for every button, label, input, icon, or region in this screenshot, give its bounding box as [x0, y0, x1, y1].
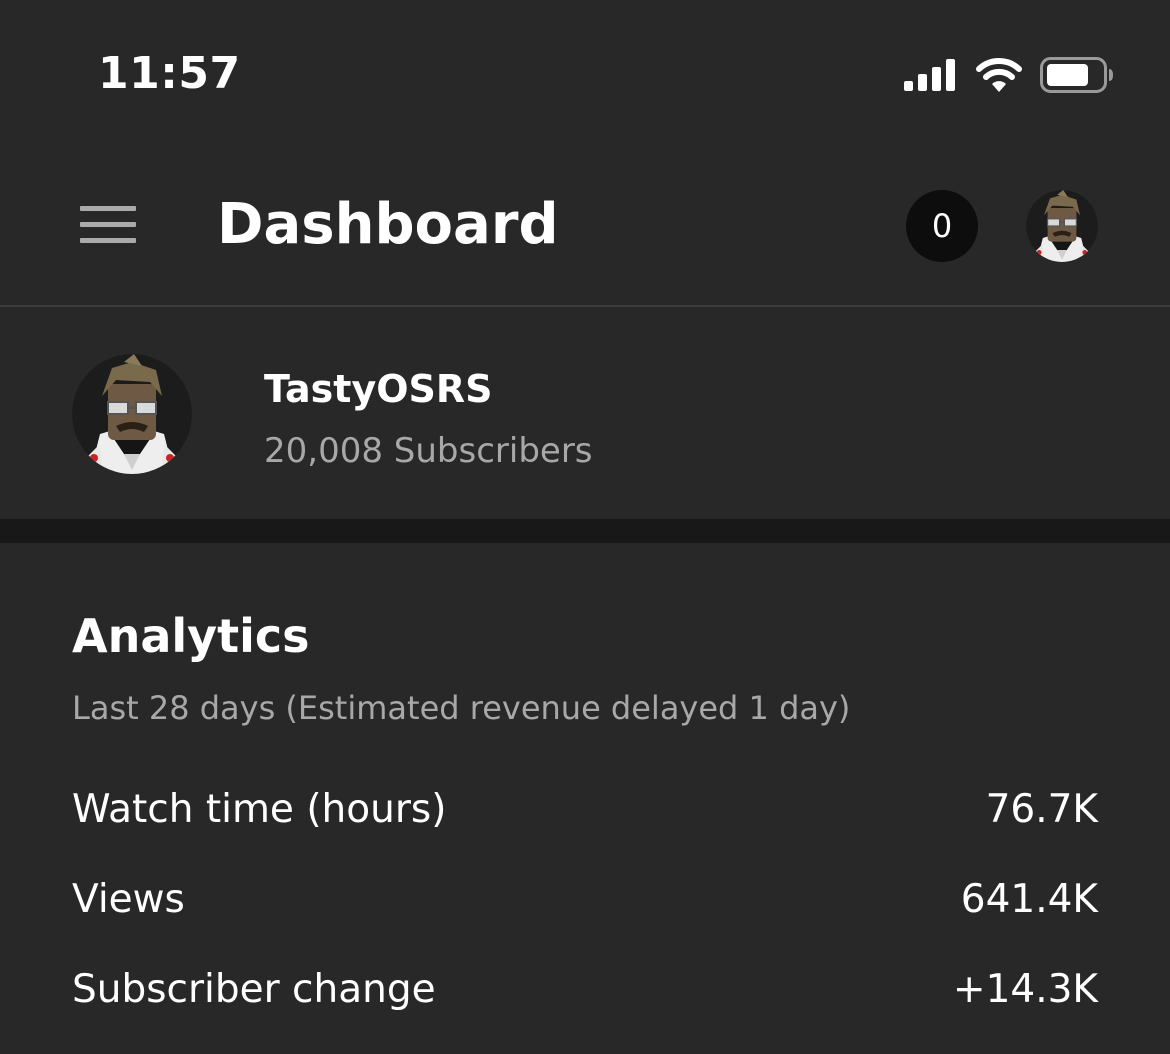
- metric-value: 76.7K: [985, 786, 1098, 832]
- account-avatar[interactable]: [1026, 190, 1098, 262]
- avatar-image: [1026, 190, 1098, 262]
- metric-row-subscriber-change: Subscriber change +14.3K: [72, 961, 1098, 1017]
- metric-value: 641.4K: [960, 876, 1098, 922]
- status-bar: 11:57: [0, 0, 1170, 150]
- analytics-card[interactable]: Analytics Last 28 days (Estimated revenu…: [0, 543, 1170, 1054]
- status-time: 11:57: [98, 48, 241, 99]
- avatar-image: [72, 354, 192, 474]
- channel-card[interactable]: TastyOSRS 20,008 Subscribers: [0, 307, 1170, 519]
- signal-icon: [904, 59, 955, 91]
- channel-name: TastyOSRS: [264, 367, 493, 411]
- section-divider: [0, 519, 1170, 543]
- page-title: Dashboard: [217, 192, 559, 257]
- metric-value: +14.3K: [952, 966, 1098, 1012]
- notification-badge[interactable]: 0: [906, 190, 978, 262]
- wifi-icon: [976, 58, 1022, 92]
- hamburger-menu-icon: [80, 206, 136, 243]
- status-icons: [904, 56, 1114, 94]
- subscriber-count: 20,008 Subscribers: [264, 431, 593, 471]
- channel-avatar[interactable]: [72, 354, 192, 474]
- metric-label: Subscriber change: [72, 966, 436, 1012]
- metric-label: Watch time (hours): [72, 786, 447, 832]
- metric-row-watch-time: Watch time (hours) 76.7K: [72, 781, 1098, 837]
- battery-icon: [1040, 57, 1113, 93]
- app-header: Dashboard 0: [0, 150, 1170, 307]
- metric-row-views: Views 641.4K: [72, 871, 1098, 927]
- menu-button[interactable]: [70, 195, 146, 255]
- dashboard-screen: 11:57 Dashboard 0 TastyOSRS 20,008 Subsc…: [0, 0, 1170, 1054]
- metric-label: Views: [72, 876, 185, 922]
- analytics-subtitle: Last 28 days (Estimated revenue delayed …: [72, 689, 851, 727]
- analytics-title: Analytics: [72, 609, 310, 663]
